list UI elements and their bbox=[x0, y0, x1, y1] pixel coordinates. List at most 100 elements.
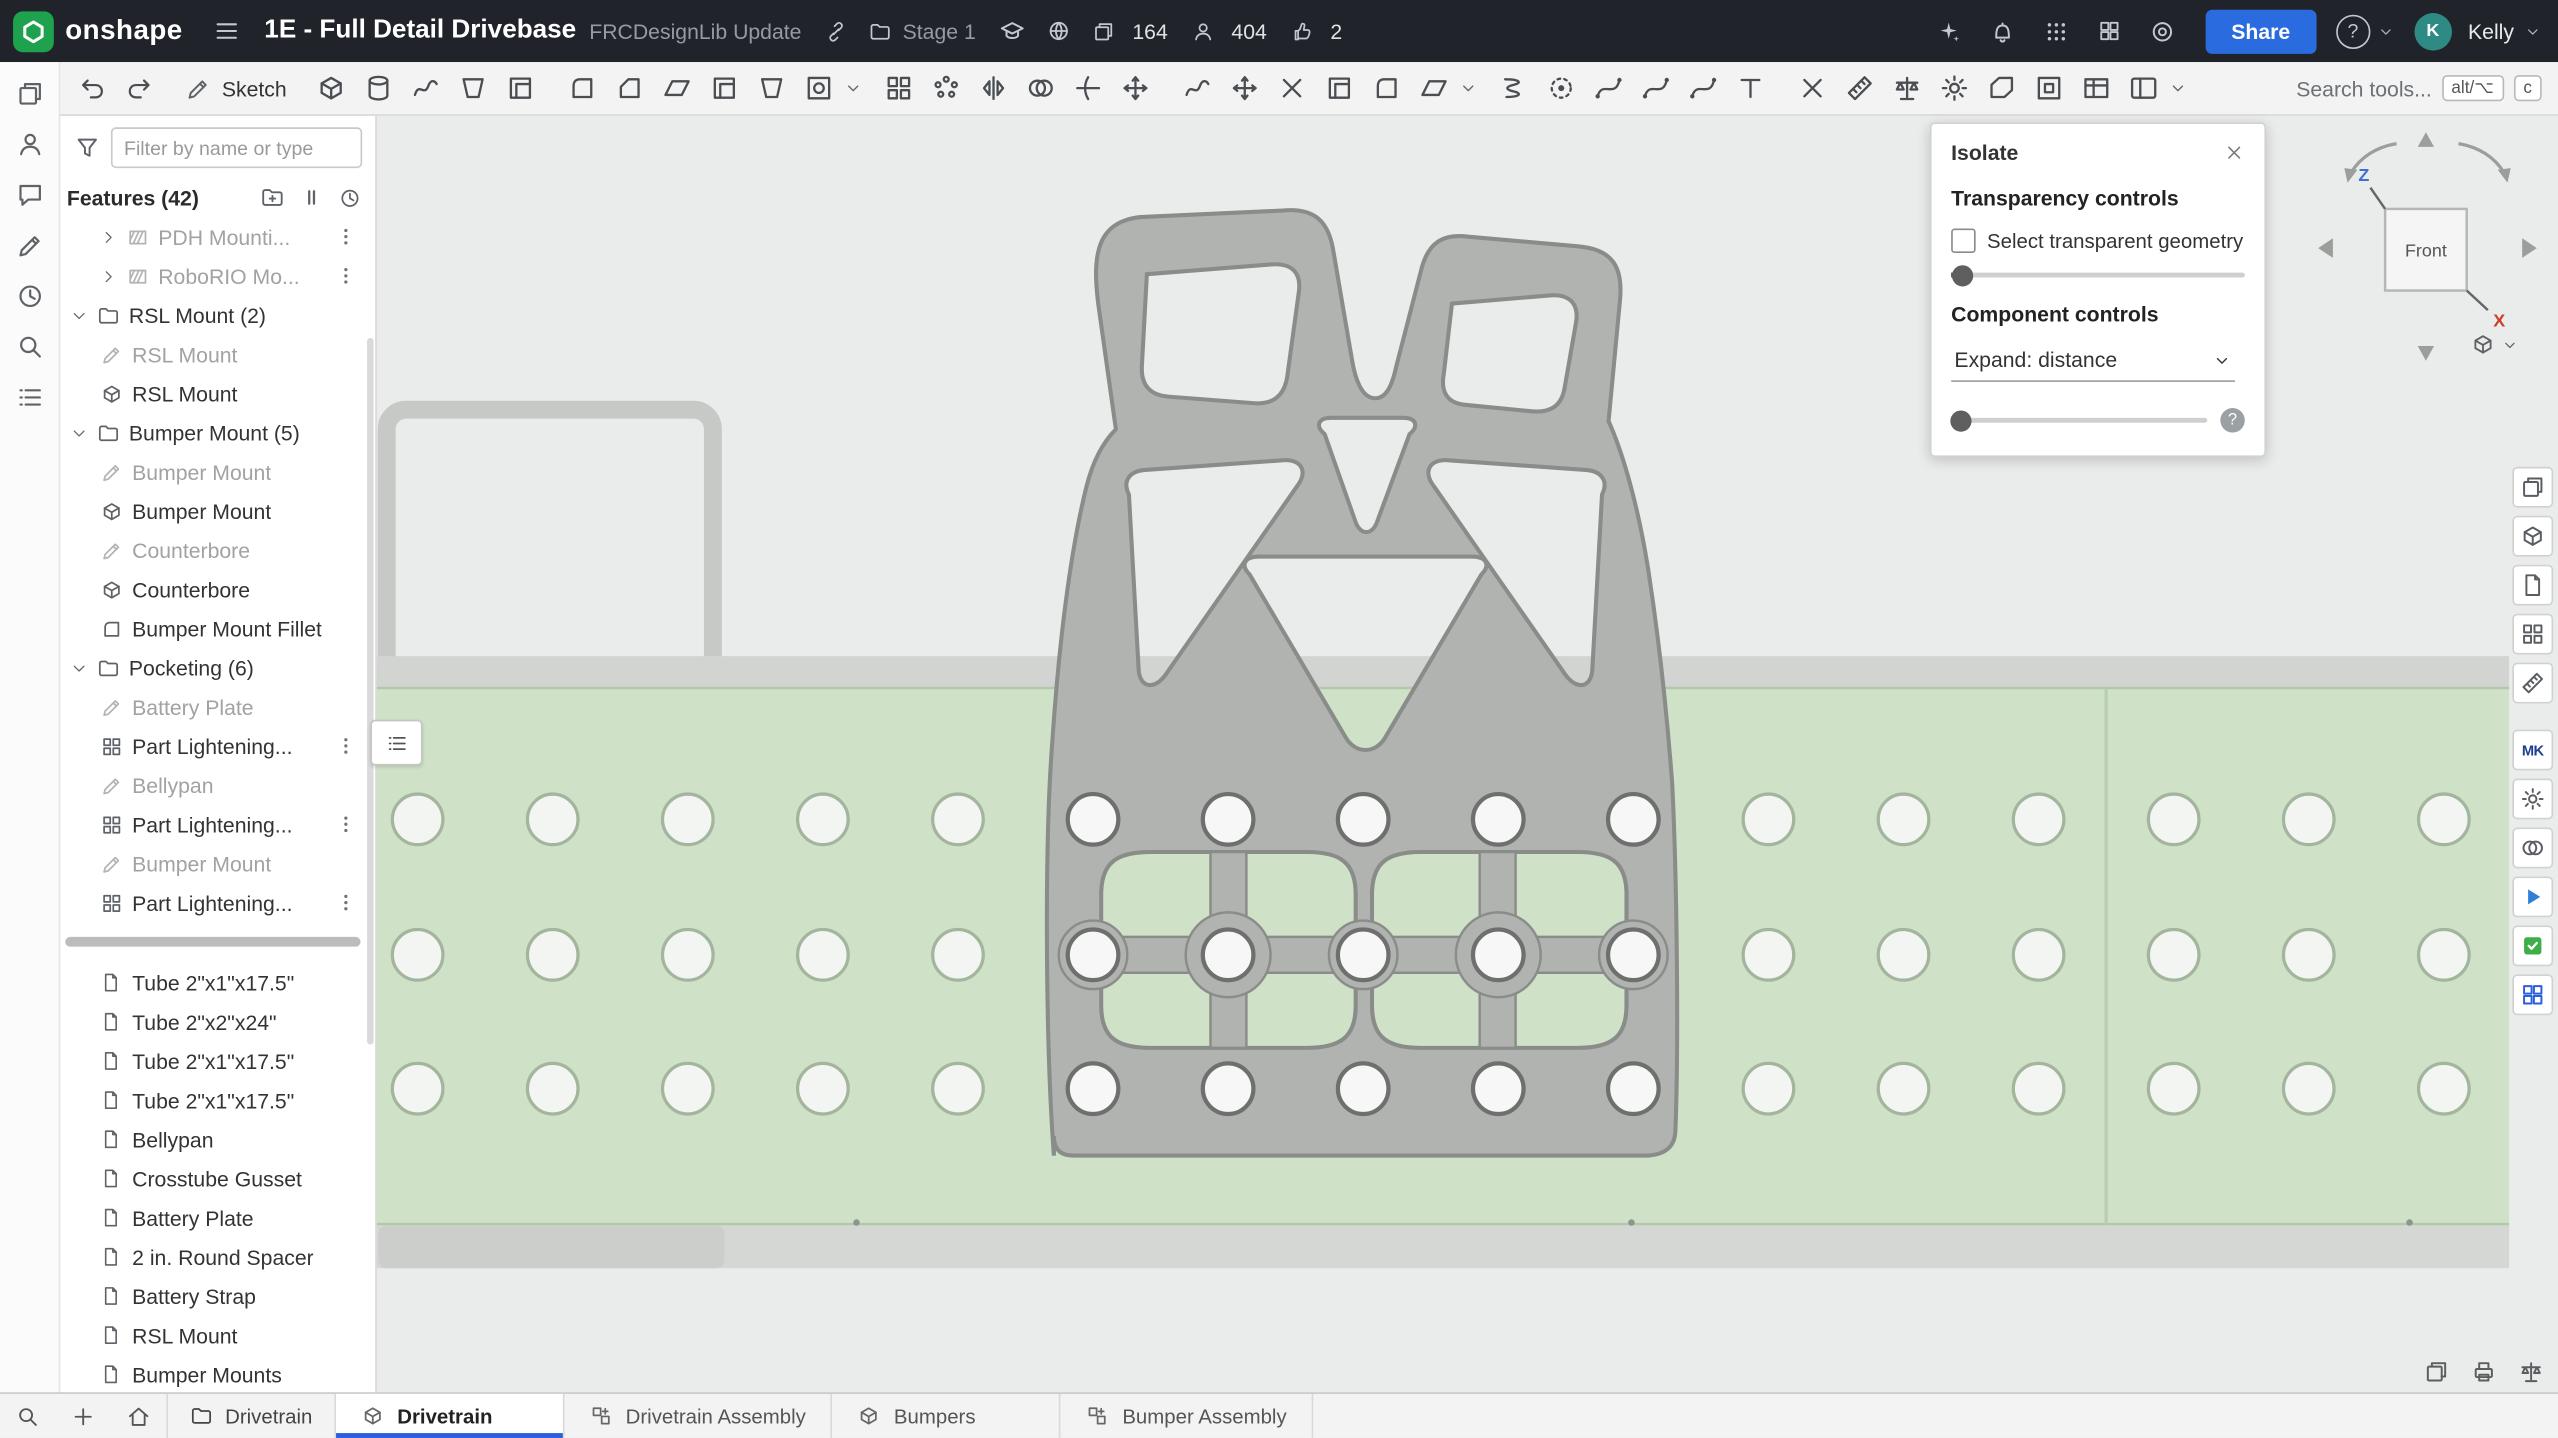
comments-icon[interactable] bbox=[2, 170, 57, 221]
sidebar-scrollbar[interactable] bbox=[367, 338, 374, 1045]
part-tube-2-x1-x17-5[interactable]: Tube 2"x1"x17.5" bbox=[59, 1041, 375, 1080]
feature-roborio-mo[interactable]: RoboRIO Mo... bbox=[59, 256, 375, 295]
chevron-down-icon[interactable] bbox=[65, 424, 91, 442]
tool-mirror-icon[interactable] bbox=[970, 66, 1017, 110]
print-icon[interactable] bbox=[2470, 1358, 2498, 1386]
feature-pocketing-6[interactable]: Pocketing (6) bbox=[59, 648, 375, 687]
feature-counterbore[interactable]: Counterbore bbox=[59, 570, 375, 609]
panel-splitter[interactable] bbox=[65, 937, 360, 947]
view-cube-menu[interactable] bbox=[2470, 331, 2519, 357]
apps-3d-icon[interactable] bbox=[2512, 516, 2553, 557]
boolean-app-icon[interactable] bbox=[2512, 828, 2553, 869]
help-icon[interactable]: ? bbox=[2220, 408, 2244, 432]
mass-scale-icon[interactable] bbox=[2517, 1358, 2545, 1386]
chevron-down-icon[interactable] bbox=[65, 659, 91, 677]
tool-delete-face-icon[interactable] bbox=[1269, 66, 1316, 110]
workspace-label[interactable]: Stage 1 bbox=[903, 19, 976, 43]
home-tab-button[interactable] bbox=[111, 1394, 166, 1438]
feature-part-lightening[interactable]: Part Lightening... bbox=[59, 805, 375, 844]
dropdown-caret-icon[interactable] bbox=[2168, 78, 2186, 98]
redo-button[interactable] bbox=[116, 66, 163, 110]
sketch-button[interactable]: Sketch bbox=[170, 69, 302, 107]
follow-mode-icon[interactable] bbox=[2, 69, 57, 120]
row-menu-icon[interactable] bbox=[334, 734, 357, 757]
integrations-icon[interactable] bbox=[2148, 17, 2176, 45]
user-menu-caret-icon[interactable] bbox=[2524, 22, 2542, 40]
part-tube-2-x1-x17-5[interactable]: Tube 2"x1"x17.5" bbox=[59, 1081, 375, 1120]
feature-bumper-mount-5[interactable]: Bumper Mount (5) bbox=[59, 413, 375, 452]
feature-part-lightening[interactable]: Part Lightening... bbox=[59, 726, 375, 765]
chevron-down-icon[interactable] bbox=[65, 306, 91, 324]
tool-circular-pattern-icon[interactable] bbox=[923, 66, 970, 110]
chevron-right-icon[interactable] bbox=[95, 267, 121, 285]
help-caret-icon[interactable] bbox=[2377, 22, 2395, 40]
likes-stat[interactable]: 2 bbox=[1280, 19, 1342, 43]
copies-stat[interactable]: 164 bbox=[1082, 19, 1168, 43]
row-menu-icon[interactable] bbox=[334, 813, 357, 836]
tool-rib-icon[interactable] bbox=[748, 66, 795, 110]
feature-bumper-mount[interactable]: Bumper Mount bbox=[59, 491, 375, 530]
feature-battery-plate[interactable]: Battery Plate bbox=[59, 687, 375, 726]
tool-plane-icon[interactable] bbox=[1411, 66, 1458, 110]
close-icon[interactable] bbox=[2224, 142, 2245, 163]
tool-revolve-icon[interactable] bbox=[355, 66, 402, 110]
feature-list-toggle[interactable] bbox=[370, 720, 422, 766]
part-battery-strap[interactable]: Battery Strap bbox=[59, 1276, 375, 1315]
dropdown-caret-icon[interactable] bbox=[1458, 78, 1476, 98]
tool-variable-icon[interactable] bbox=[1789, 66, 1836, 110]
tool-split-icon[interactable] bbox=[1065, 66, 1112, 110]
tool-extrude-icon[interactable] bbox=[308, 66, 355, 110]
tab-bumper-assembly[interactable]: Bumper Assembly bbox=[1060, 1394, 1312, 1438]
tool-sweep-icon[interactable] bbox=[403, 66, 450, 110]
ai-assistant-icon[interactable] bbox=[1934, 17, 1962, 45]
tool-replace-face-icon[interactable] bbox=[1316, 66, 1363, 110]
tool-point-icon[interactable] bbox=[1538, 66, 1585, 110]
feature-bumper-mount[interactable]: Bumper Mount bbox=[59, 452, 375, 491]
learning-center-icon[interactable] bbox=[999, 17, 1027, 45]
feature-rsl-mount[interactable]: RSL Mount bbox=[59, 335, 375, 374]
tool-mass-properties-icon[interactable] bbox=[1884, 66, 1931, 110]
part-battery-plate[interactable]: Battery Plate bbox=[59, 1198, 375, 1237]
feature-part-lightening[interactable]: Part Lightening... bbox=[59, 883, 375, 922]
tab-bumpers[interactable]: Bumpers bbox=[832, 1394, 1060, 1438]
add-tab-button[interactable] bbox=[55, 1394, 110, 1438]
mkcad-app-icon[interactable]: MK bbox=[2512, 730, 2553, 771]
tool-measure-icon[interactable] bbox=[1837, 66, 1884, 110]
part-crosstube-gusset[interactable]: Crosstube Gusset bbox=[59, 1159, 375, 1198]
tool-modify-fillet-icon[interactable] bbox=[1363, 66, 1410, 110]
tool-chamfer-icon[interactable] bbox=[606, 66, 653, 110]
apps-measure-icon[interactable] bbox=[2512, 663, 2553, 704]
rollback-bar-icon[interactable] bbox=[300, 186, 323, 209]
row-menu-icon[interactable] bbox=[334, 225, 357, 248]
help-button[interactable]: ? bbox=[2336, 14, 2370, 48]
gear-app-icon[interactable] bbox=[2512, 779, 2553, 820]
tool-thicken-icon[interactable] bbox=[497, 66, 544, 110]
tool-transform-icon[interactable] bbox=[1112, 66, 1159, 110]
apps-grid-icon[interactable] bbox=[2042, 17, 2070, 45]
followers-stat[interactable]: 404 bbox=[1181, 19, 1267, 43]
feature-bumper-mount-fillet[interactable]: Bumper Mount Fillet bbox=[59, 609, 375, 648]
tool-draft-icon[interactable] bbox=[654, 66, 701, 110]
transparent-geometry-checkbox[interactable] bbox=[1951, 229, 1975, 253]
tool-hole-icon[interactable] bbox=[796, 66, 843, 110]
expand-slider-thumb[interactable] bbox=[1951, 410, 1972, 431]
simulation-app-icon[interactable] bbox=[2512, 925, 2553, 966]
tool-fillet-icon[interactable] bbox=[559, 66, 606, 110]
public-document-icon[interactable] bbox=[1046, 18, 1072, 44]
part-bumper-mounts[interactable]: Bumper Mounts bbox=[59, 1355, 375, 1394]
tool-boolean-icon[interactable] bbox=[1018, 66, 1065, 110]
tab-drivetrain-assembly[interactable]: Drivetrain Assembly bbox=[564, 1394, 832, 1438]
share-users-icon[interactable] bbox=[2, 119, 57, 170]
split-view-app-icon[interactable] bbox=[2512, 974, 2553, 1015]
part-tube-2-x2-x24[interactable]: Tube 2"x2"x24" bbox=[59, 1002, 375, 1041]
main-menu-icon[interactable] bbox=[212, 16, 241, 45]
tool-sheet-metal-icon[interactable] bbox=[1978, 66, 2025, 110]
user-avatar[interactable]: K bbox=[2414, 12, 2452, 50]
row-menu-icon[interactable] bbox=[334, 891, 357, 914]
tool-text-icon[interactable] bbox=[1727, 66, 1774, 110]
tool-move-face-icon[interactable] bbox=[1222, 66, 1269, 110]
feature-pdh-mounti[interactable]: PDH Mounti... bbox=[59, 217, 375, 256]
search-document-icon[interactable] bbox=[2, 322, 57, 373]
feature-counterbore[interactable]: Counterbore bbox=[59, 530, 375, 569]
onshape-logo-icon[interactable] bbox=[13, 11, 54, 52]
